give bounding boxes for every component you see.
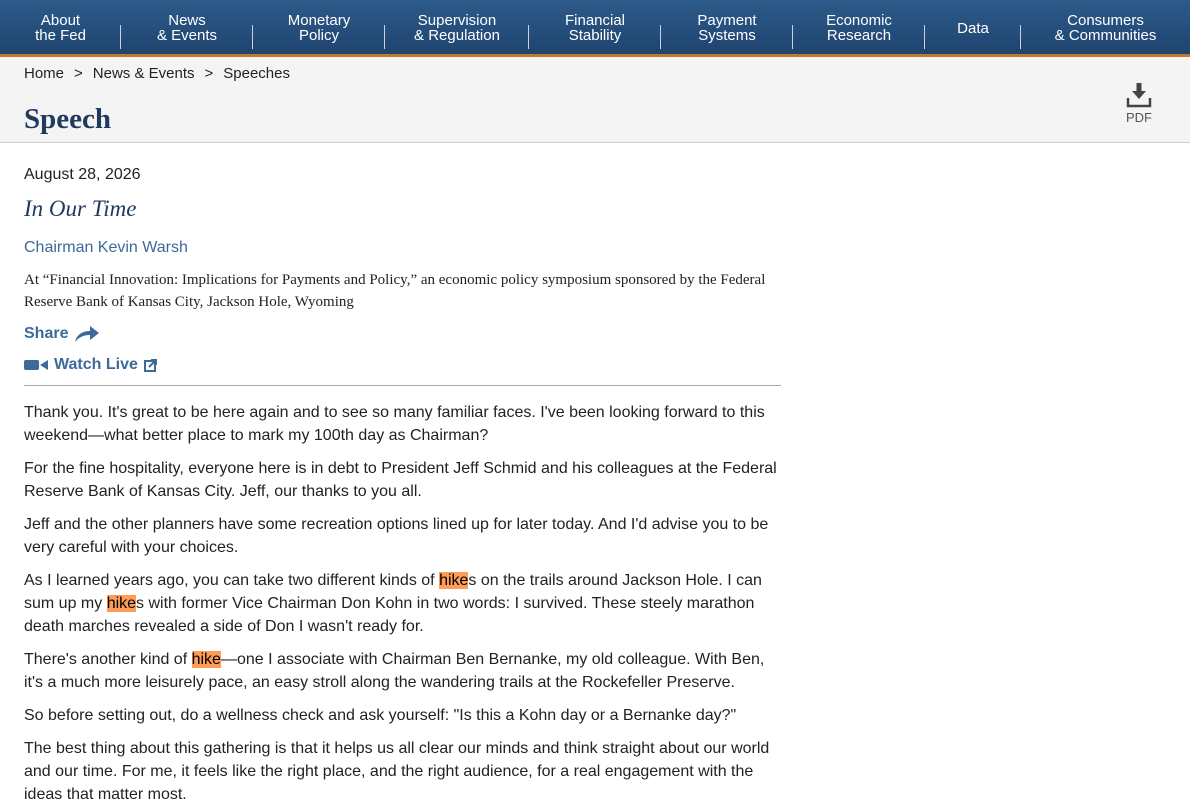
speech-paragraph: Thank you. It's great to be here again a…: [24, 404, 765, 444]
top-navigation: About the Fed News & Events Monetary Polic…: [0, 0, 1190, 57]
share-arrow-icon: [75, 326, 100, 342]
pdf-label: PDF: [1126, 110, 1152, 125]
watch-live-label: Watch Live: [54, 356, 138, 373]
nav-item-1[interactable]: News & Events: [121, 0, 253, 54]
nav-item-3[interactable]: Supervision & Regulation: [385, 0, 529, 54]
breadcrumb-separator: >: [204, 65, 214, 82]
nav-item-label: Consumers & Communities: [1054, 12, 1157, 44]
search-highlight: hike: [106, 595, 137, 612]
speech-title: In Our Time: [24, 196, 137, 221]
speech-body: Thank you. It's great to be here again a…: [24, 401, 781, 806]
breadcrumb-speeches[interactable]: Speeches: [223, 65, 290, 82]
speech-paragraph: The best thing about this gathering is t…: [24, 740, 770, 803]
breadcrumb-home[interactable]: Home: [24, 65, 64, 82]
page-title: Speech: [24, 103, 111, 135]
pdf-download-button[interactable]: PDF: [1124, 82, 1154, 125]
nav-item-8[interactable]: Consumers & Communities: [1021, 0, 1190, 54]
share-button[interactable]: Share: [24, 325, 100, 343]
speech-paragraph: So before setting out, do a wellness che…: [24, 707, 737, 724]
nav-item-0[interactable]: About the Fed: [0, 0, 121, 54]
nav-item-label: Data: [957, 19, 989, 37]
nav-item-7[interactable]: Data: [925, 0, 1021, 54]
nav-item-label: Monetary Policy: [287, 12, 351, 44]
speech-paragraph: Jeff and the other planners have some re…: [24, 516, 769, 556]
nav-item-6[interactable]: Economic Research: [793, 0, 925, 54]
speech-content: August 28, 2026 In Our Time Chairman Kev…: [0, 166, 781, 806]
speech-location: At “Financial Innovation: Implications f…: [24, 272, 766, 310]
search-highlight: hike: [439, 572, 469, 589]
page-header: Home > News & Events > Speeches Speech P…: [0, 57, 1190, 143]
nav-item-label: About the Fed: [35, 12, 86, 44]
nav-item-label: Payment Systems: [697, 12, 757, 44]
video-camera-icon: [24, 360, 48, 370]
speech-date: August 28, 2026: [24, 166, 141, 183]
speech-paragraph: As I learned years ago, you can take two…: [24, 572, 762, 635]
search-highlight: hike: [191, 651, 221, 668]
nav-item-label: News & Events: [156, 12, 218, 44]
nav-item-4[interactable]: Financial Stability: [529, 0, 661, 54]
download-icon: [1126, 83, 1152, 108]
nav-item-label: Supervision & Regulation: [414, 12, 500, 44]
speaker-link[interactable]: Chairman Kevin Warsh: [24, 239, 188, 257]
nav-item-2[interactable]: Monetary Policy: [253, 0, 385, 54]
divider: [24, 385, 781, 386]
breadcrumb-separator: >: [74, 65, 83, 82]
breadcrumb: Home > News & Events > Speeches: [24, 65, 290, 82]
breadcrumb-news-events[interactable]: News & Events: [93, 65, 195, 82]
nav-item-label: Economic Research: [826, 12, 892, 44]
watch-live-link[interactable]: Watch Live: [24, 356, 157, 374]
speech-paragraph: For the fine hospitality, everyone here …: [24, 460, 777, 500]
share-label: Share: [24, 325, 69, 342]
nav-item-label: Financial Stability: [564, 12, 626, 44]
external-link-icon: [143, 358, 157, 372]
speech-paragraph: There's another kind of hike—one I assoc…: [24, 651, 765, 691]
nav-item-5[interactable]: Payment Systems: [661, 0, 793, 54]
